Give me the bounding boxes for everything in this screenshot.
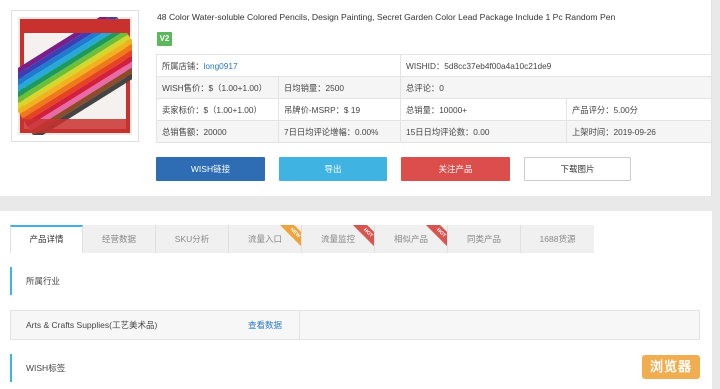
total-reviews: 总评论：0 [399, 76, 713, 99]
tab-label: 流量监控 [320, 234, 355, 244]
tab-sku-analysis[interactable]: SKU分析 [156, 225, 229, 253]
info-row: 总销售额：20000 7日日均评论增幅：0.00% 15日日均评论数：0.00 … [156, 120, 713, 143]
version-badge: V2 [157, 32, 172, 46]
product-detail-panel: 产品详情 经营数据 SKU分析 流量入口 NEW 流量监控 HOT 相似产品 HOT … [0, 211, 712, 389]
listed-date: 上架时间：2019-09-26 [565, 120, 713, 143]
product-rating: 产品评分：5.00分 [565, 98, 713, 121]
tab-label: 同类产品 [466, 234, 501, 244]
tab-label: 相似产品 [393, 234, 428, 244]
tab-label: 经营数据 [101, 234, 136, 244]
product-summary-card: 48 Color Water-soluble Colored Pencils, … [0, 0, 713, 196]
industry-row: Arts & Crafts Supplies(工艺美术品) 查看数据 [10, 310, 700, 340]
follow-product-button[interactable]: 关注产品 [401, 157, 510, 181]
review-growth-7d: 7日日均评论增幅：0.00% [278, 120, 401, 143]
seller-price: 卖家标价：$（1.00+1.00） [156, 98, 279, 121]
download-images-button[interactable]: 下载图片 [524, 157, 631, 181]
tab-product-details[interactable]: 产品详情 [10, 225, 83, 253]
tab-traffic-monitor[interactable]: 流量监控 HOT [302, 225, 375, 253]
tab-operations-data[interactable]: 经营数据 [83, 225, 156, 253]
product-title: 48 Color Water-soluble Colored Pencils, … [157, 12, 616, 22]
colored-pencil-box-image [18, 17, 132, 135]
tab-label: 1688货源 [539, 234, 576, 244]
industry-section-title: 所属行业 [10, 267, 700, 295]
product-info-table: 所属店铺：long0917 WISHID：5d8cc37eb4f00a4a10c… [156, 54, 713, 143]
export-button[interactable]: 导出 [279, 157, 387, 181]
tab-label: 产品详情 [29, 234, 64, 244]
industry-name: Arts & Crafts Supplies(工艺美术品) [26, 320, 158, 330]
wish-link-button[interactable]: WISH链接 [156, 157, 265, 181]
wishid-cell: WISHID：5d8cc37eb4f00a4a10c21de9 [399, 54, 713, 77]
avg-daily-sales: 日均销量：2500 [278, 76, 401, 99]
tab-label: SKU分析 [174, 234, 210, 244]
info-row: 所属店铺：long0917 WISHID：5d8cc37eb4f00a4a10c… [156, 54, 713, 77]
info-row: 卖家标价：$（1.00+1.00） 吊牌价-MSRP：$ 19 总销量：1000… [156, 98, 713, 121]
daily-reviews-15d: 15日日均评论数：0.00 [400, 120, 567, 143]
wish-tags-section-title: WISH标签 [10, 354, 700, 382]
tab-same-category-products[interactable]: 同类产品 [448, 225, 521, 253]
store-link[interactable]: long0917 [204, 61, 238, 71]
view-data-link[interactable]: 查看数据 [248, 311, 282, 339]
tab-label: 流量入口 [247, 234, 282, 244]
divider [299, 311, 300, 339]
detail-tabs: 产品详情 经营数据 SKU分析 流量入口 NEW 流量监控 HOT 相似产品 HOT … [10, 225, 594, 253]
tab-1688-source[interactable]: 1688货源 [521, 225, 594, 253]
total-sales: 总销量：10000+ [400, 98, 567, 121]
store-cell: 所属店铺：long0917 [156, 54, 401, 77]
wish-price: WISH售价：$（1.00+1.00） [156, 76, 279, 99]
msrp: 吊牌价-MSRP：$ 19 [278, 98, 401, 121]
tab-traffic-entry[interactable]: 流量入口 NEW [229, 225, 302, 253]
browser-watermark: 浏览器 [642, 355, 700, 379]
product-image[interactable] [11, 10, 139, 142]
info-row: WISH售价：$（1.00+1.00） 日均销量：2500 总评论：0 [156, 76, 713, 99]
store-label: 所属店铺： [162, 60, 204, 71]
total-revenue: 总销售额：20000 [156, 120, 279, 143]
tab-similar-products[interactable]: 相似产品 HOT [375, 225, 448, 253]
